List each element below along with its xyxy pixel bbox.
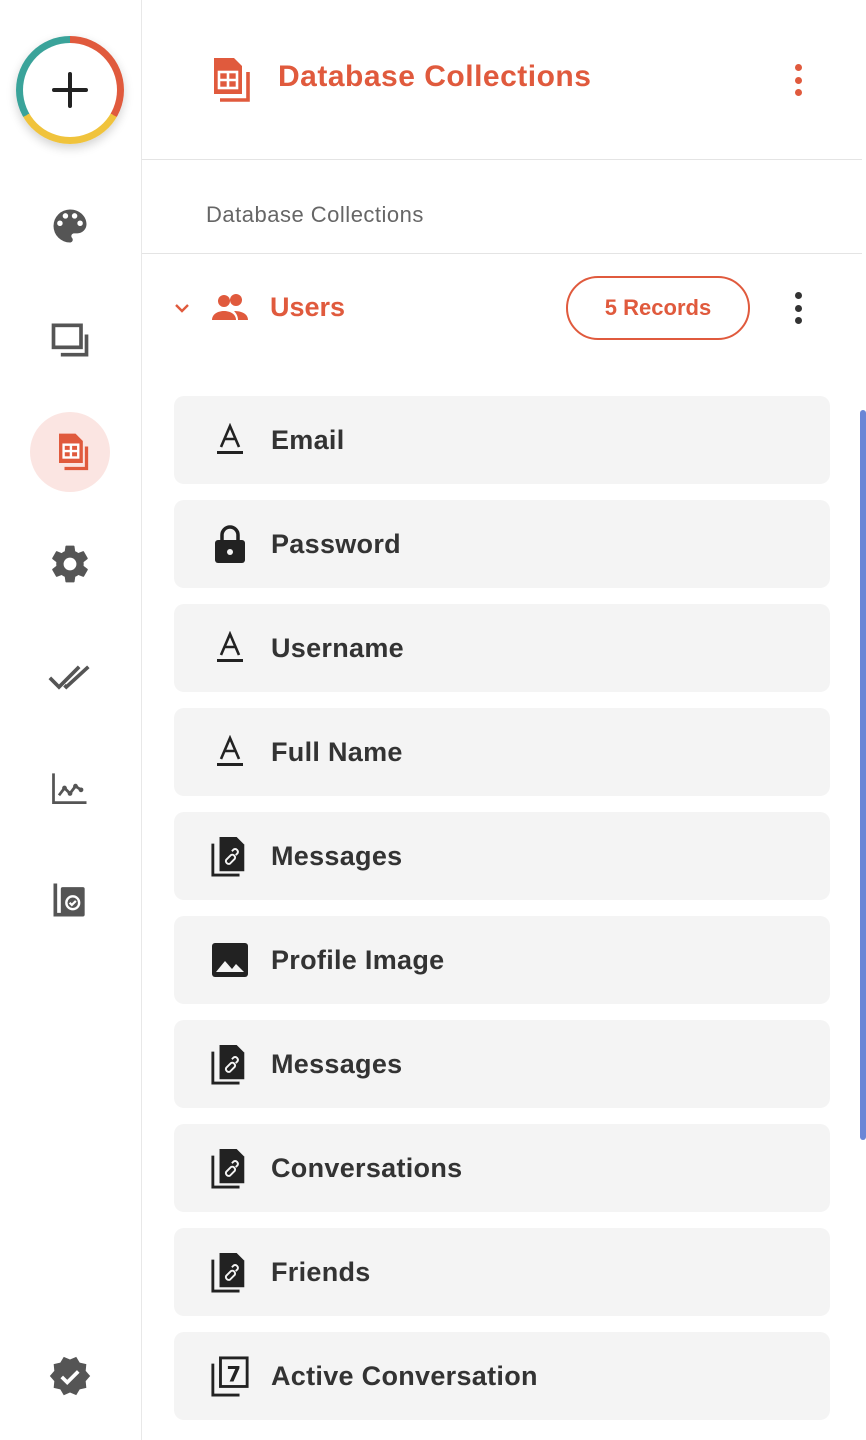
field-label: Messages <box>271 841 403 871</box>
collection-header: Users 5 Records <box>142 254 862 364</box>
section-heading: Database Collections <box>206 202 424 227</box>
gear-icon <box>52 545 88 583</box>
field-label: Username <box>271 633 404 663</box>
linked-docs-icon <box>210 1044 250 1085</box>
double-check-icon <box>48 665 90 690</box>
field-label: Full Name <box>271 737 403 767</box>
header-more-button[interactable] <box>786 58 810 102</box>
lock-icon <box>210 524 250 564</box>
records-count-button[interactable]: 5 Records <box>566 276 750 340</box>
field-row[interactable]: Email <box>174 396 830 484</box>
verified-docs-icon <box>53 883 85 917</box>
field-label: Messages <box>271 1049 403 1079</box>
more-dot <box>794 89 802 96</box>
field-row[interactable]: Username <box>174 604 830 692</box>
svg-text:7: 7 <box>227 1363 242 1387</box>
chevron-down-icon[interactable] <box>172 298 192 318</box>
text-field-icon <box>210 732 250 772</box>
field-label: Active Conversation <box>271 1361 538 1391</box>
main-panel: Database Collections Database Collection… <box>142 0 862 1440</box>
section-heading-bar: Database Collections <box>142 160 862 254</box>
field-row[interactable]: Messages <box>174 1020 830 1108</box>
analytics-icon <box>52 773 87 805</box>
more-dot <box>794 304 802 312</box>
field-row[interactable]: Conversations <box>174 1124 830 1212</box>
plus-icon <box>23 43 117 137</box>
field-list: Email Password Username Full Name Messag… <box>174 396 830 1436</box>
text-field-icon <box>210 420 250 460</box>
database-icon <box>59 433 89 471</box>
field-label: Conversations <box>271 1153 463 1183</box>
rail-verified-badge-button[interactable] <box>30 1336 110 1416</box>
field-row[interactable]: Password <box>174 500 830 588</box>
field-label: Email <box>271 425 345 455</box>
palette-icon <box>53 209 87 243</box>
add-button[interactable] <box>16 36 124 144</box>
panel-header: Database Collections <box>142 0 862 160</box>
rail-palette-button[interactable] <box>30 186 110 266</box>
field-row[interactable]: Full Name <box>174 708 830 796</box>
rail-verified-docs-button[interactable] <box>30 860 110 940</box>
rail-settings-button[interactable] <box>30 524 110 604</box>
field-label: Password <box>271 529 401 559</box>
collection-more-button[interactable] <box>786 286 810 330</box>
page-title: Database Collections <box>278 60 592 93</box>
linked-docs-icon <box>210 1148 250 1189</box>
rail-database-button[interactable] <box>30 412 110 492</box>
image-icon <box>210 940 250 980</box>
left-rail <box>0 0 142 1440</box>
more-dot <box>794 64 802 71</box>
more-dot <box>794 317 802 324</box>
users-icon <box>212 294 248 320</box>
field-label: Profile Image <box>271 945 445 975</box>
field-row[interactable]: 7 Active Conversation <box>174 1332 830 1420</box>
more-dot <box>794 292 802 299</box>
spreadsheet-icon <box>214 58 250 102</box>
layers-icon <box>51 323 89 357</box>
text-field-icon <box>210 628 250 668</box>
field-label: Friends <box>271 1257 371 1287</box>
collection-name[interactable]: Users <box>270 292 345 323</box>
field-row[interactable]: Friends <box>174 1228 830 1316</box>
scrollbar[interactable] <box>860 410 866 1140</box>
rail-analytics-button[interactable] <box>30 748 110 828</box>
linked-docs-icon <box>210 1252 250 1293</box>
field-row[interactable]: Messages <box>174 812 830 900</box>
verified-badge-icon <box>49 1356 91 1396</box>
field-row[interactable]: Profile Image <box>174 916 830 1004</box>
rail-layers-button[interactable] <box>30 300 110 380</box>
more-dot <box>794 76 802 84</box>
linked-docs-icon <box>210 836 250 877</box>
rail-tasks-button[interactable] <box>30 636 110 716</box>
single-reference-icon: 7 <box>210 1356 250 1397</box>
